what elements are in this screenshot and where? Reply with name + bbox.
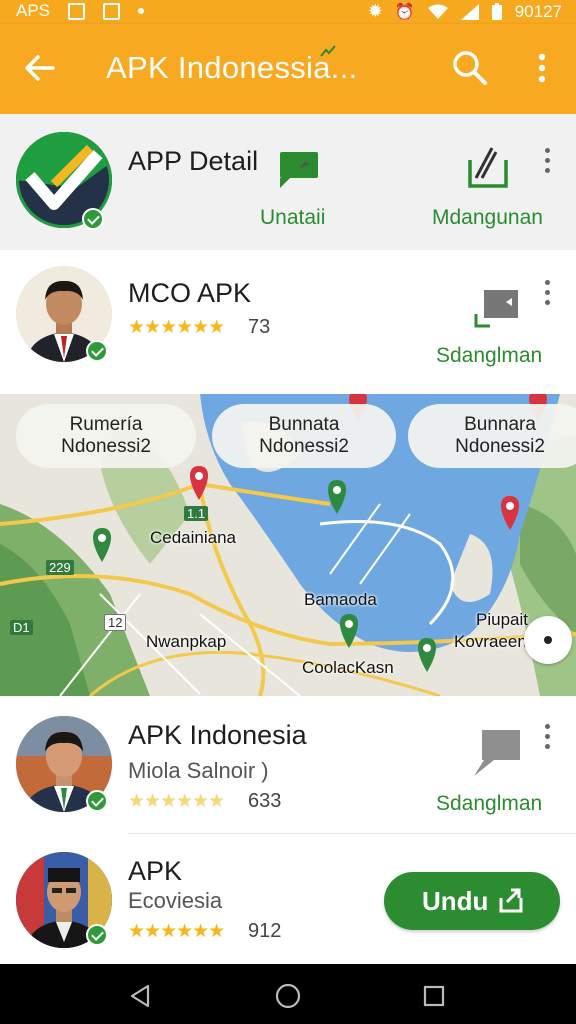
list-item[interactable]: MCO APK ★★★★★★ 73 Sdanglman — [0, 250, 576, 394]
rating-count: 633 — [248, 790, 282, 812]
item-title: APK — [128, 856, 183, 886]
search-icon[interactable] — [450, 48, 490, 88]
map-place-label: CoolacKasn — [302, 658, 394, 677]
download-button-label: Undu — [422, 886, 489, 916]
nav-recents-icon[interactable] — [423, 985, 445, 1007]
chip-line: Ndonessi2 — [61, 436, 151, 457]
map-place-label: Cedainiana — [150, 528, 237, 547]
settings-icon: ✹ — [367, 1, 383, 21]
dot-icon — [138, 8, 145, 14]
map-chip[interactable]: Bunnata Ndonessi2 — [212, 404, 396, 468]
item-subtitle: Miola Salnoir ) — [128, 758, 269, 783]
edit-box-icon[interactable] — [466, 144, 510, 190]
battery-icon — [491, 2, 502, 20]
download-button[interactable]: Undu — [384, 872, 560, 930]
status-time: 90127 — [514, 1, 562, 21]
road-sign: 12 — [104, 614, 127, 631]
my-location-button[interactable] — [524, 616, 572, 664]
status-bar: APS ✹ ⏰ 90127 — [0, 0, 576, 24]
rating-count: 912 — [248, 920, 282, 942]
chip-line: Bunnata — [268, 414, 340, 435]
item-menu-icon[interactable] — [540, 724, 554, 754]
rating-count: 73 — [248, 316, 271, 338]
notification-icon — [68, 2, 86, 20]
item-title: MCO APK — [128, 278, 252, 308]
map-place-label: Nwanpkap — [146, 632, 227, 651]
map-view[interactable]: Rumería Ndonessi2 Bunnata Ndonessi2 Bunn… — [0, 394, 576, 696]
status-carrier-text: APS — [16, 1, 51, 20]
chat-bubble-icon[interactable] — [276, 150, 320, 190]
system-nav-bar — [0, 964, 576, 1024]
chat-bubble-icon[interactable] — [470, 728, 522, 778]
nav-home-icon[interactable] — [275, 983, 301, 1009]
list-item[interactable]: APP Detail Unataii Mdangunan — [0, 114, 576, 250]
app-bar: APK Indonessia... — [0, 24, 576, 114]
action-label[interactable]: Sdanglman — [436, 344, 542, 368]
action-label[interactable]: Unataii — [260, 206, 325, 230]
road-sign: D1 — [10, 620, 33, 635]
app-screen: APS ✹ ⏰ 90127 APK Indonessia... APP Deta… — [0, 0, 576, 1024]
verified-badge-icon — [82, 208, 104, 230]
verified-badge-icon — [86, 924, 108, 946]
item-menu-icon[interactable] — [540, 148, 554, 178]
star-rating: ★★★★★★ — [128, 791, 225, 812]
photo-notification-icon — [103, 2, 121, 20]
star-rating: ★★★★★★ — [128, 317, 225, 338]
nav-back-icon[interactable] — [128, 984, 152, 1008]
road-sign: 229 — [46, 560, 74, 575]
item-subtitle: Ecoviesia — [128, 888, 223, 913]
chip-line: Ndonessi2 — [259, 436, 349, 457]
map-chip[interactable]: Bunnara Ndonessi2 — [408, 404, 576, 468]
back-arrow-icon[interactable] — [22, 50, 58, 86]
item-title: APK Indonesia — [128, 720, 307, 750]
download-icon — [499, 888, 523, 913]
verified-badge-icon — [86, 790, 108, 812]
divider — [128, 833, 576, 834]
overflow-menu-icon[interactable] — [530, 52, 554, 86]
road-sign: 1.1 — [184, 506, 209, 521]
action-label[interactable]: Mdangunan — [432, 206, 543, 230]
verified-badge-icon — [86, 340, 108, 362]
sparkle-icon — [320, 45, 336, 57]
action-label[interactable]: Sdanglman — [436, 792, 542, 816]
item-menu-icon[interactable] — [540, 280, 554, 310]
chip-line: Bunnara — [464, 414, 536, 435]
chip-line: Ndonessi2 — [455, 436, 545, 457]
list-item[interactable]: APK Indonesia Miola Salnoir ) ★★★★★★ 633… — [0, 696, 576, 832]
map-chip[interactable]: Rumería Ndonessi2 — [16, 404, 196, 468]
star-rating: ★★★★★★ — [128, 921, 225, 942]
wifi-icon — [427, 4, 448, 19]
chip-line: Rumería — [69, 414, 143, 435]
alarm-icon: ⏰ — [394, 3, 415, 21]
map-place-label: Piupait — [476, 610, 528, 629]
signal-icon — [460, 3, 479, 20]
item-title: APP Detail — [128, 146, 259, 176]
chat-bubble-icon[interactable] — [472, 286, 522, 328]
map-place-label: Bamaoda — [304, 590, 377, 609]
